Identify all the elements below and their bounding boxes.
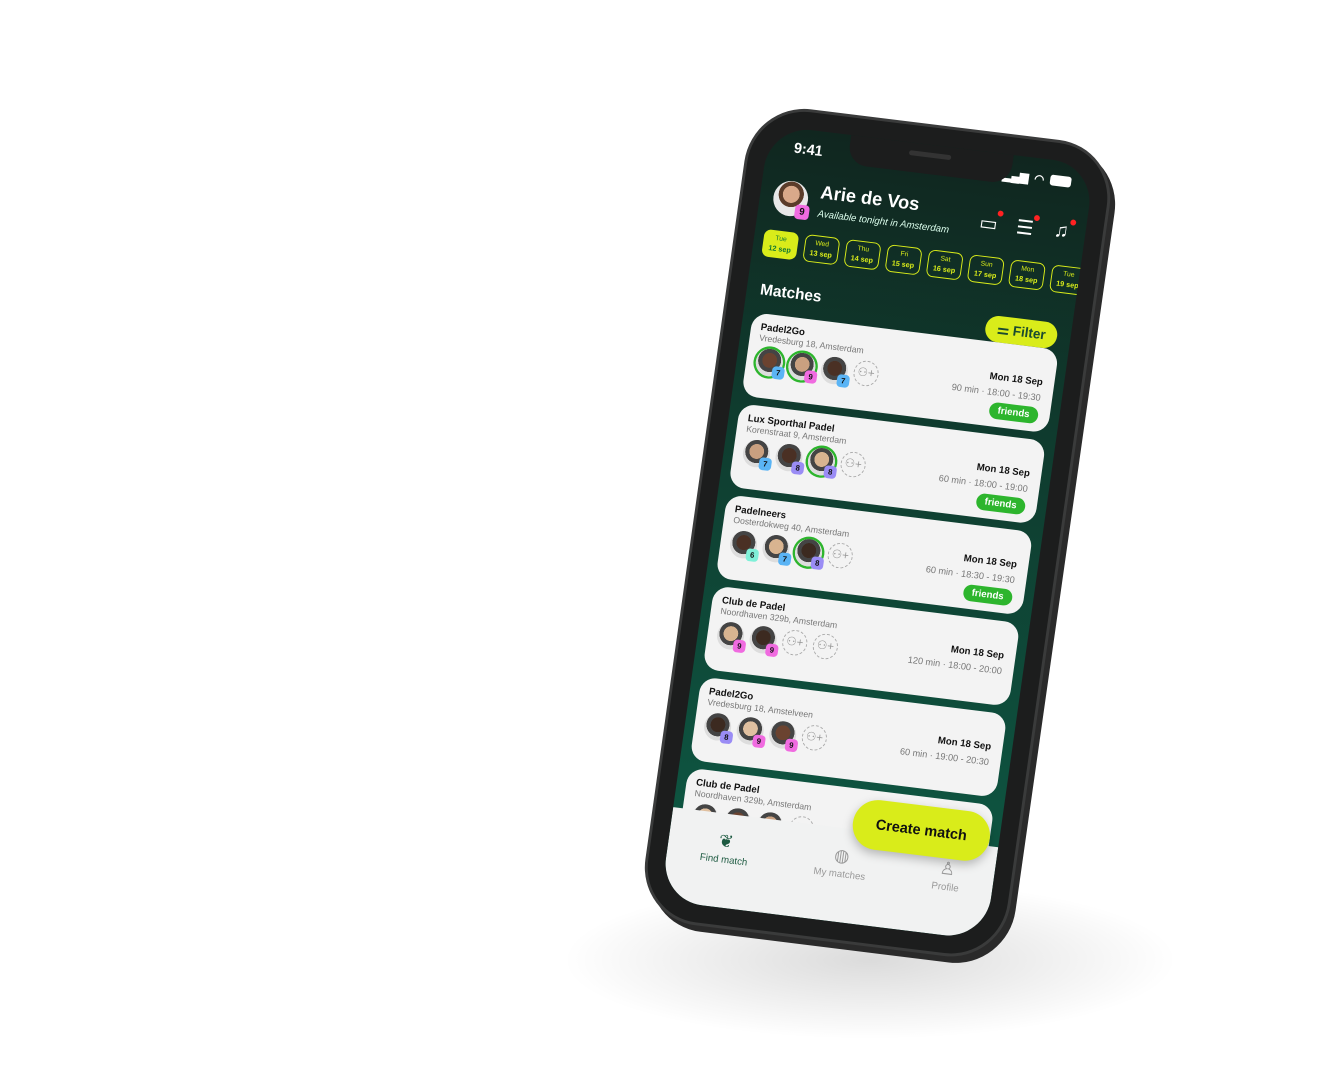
phone-mockup: 9:41 ▂▄▆ ◠ 9 Arie de Vos Available tonight… bbox=[640, 105, 1115, 960]
level-badge: 9 bbox=[793, 204, 811, 221]
calendar-icon[interactable]: ▭ bbox=[976, 210, 1000, 237]
player-avatar[interactable]: 9 bbox=[734, 715, 767, 749]
player-avatar[interactable]: 6 bbox=[728, 529, 760, 563]
level-badge: 9 bbox=[764, 643, 779, 658]
player-avatar[interactable]: 8 bbox=[793, 537, 825, 571]
date-chip[interactable]: Wed 13 sep bbox=[802, 233, 841, 266]
app-screen: 9:41 ▂▄▆ ◠ 9 Arie de Vos Available tonight… bbox=[660, 125, 1096, 941]
player-avatar[interactable]: 9 bbox=[786, 351, 818, 385]
level-badge: 8 bbox=[823, 465, 838, 480]
bell-icon[interactable]: ♫ bbox=[1049, 219, 1073, 246]
level-badge: 9 bbox=[784, 738, 799, 753]
level-badge: 8 bbox=[719, 730, 734, 745]
date-chip[interactable]: Sun 17 sep bbox=[966, 254, 1005, 286]
date-chip[interactable]: Mon 18 sep bbox=[1007, 259, 1047, 291]
wifi-icon: ◠ bbox=[1033, 171, 1046, 186]
add-player-icon[interactable]: ⚇+ bbox=[811, 632, 840, 661]
level-badge: 8 bbox=[810, 556, 825, 571]
tab-my-matches[interactable]: ◍ My matches bbox=[807, 843, 869, 925]
player-avatar[interactable]: 7 bbox=[754, 347, 786, 381]
level-badge: 7 bbox=[758, 457, 773, 472]
level-badge: 7 bbox=[835, 373, 851, 389]
add-player-icon[interactable]: ⚇+ bbox=[825, 541, 855, 570]
profile-icon: ♙ bbox=[938, 858, 957, 880]
date-chip[interactable]: Thu 14 sep bbox=[843, 239, 882, 271]
level-badge: 9 bbox=[751, 734, 767, 749]
date-chip[interactable]: Sat 16 sep bbox=[925, 249, 964, 281]
matches-title: Matches bbox=[759, 281, 823, 306]
player-avatar[interactable]: 9 bbox=[747, 624, 779, 658]
avatar[interactable]: 9 bbox=[771, 178, 811, 221]
battery-icon bbox=[1049, 174, 1072, 188]
player-avatar[interactable]: 9 bbox=[715, 620, 747, 654]
tab-find-match[interactable]: ❦ Find match bbox=[693, 829, 751, 910]
player-avatar[interactable]: 8 bbox=[773, 442, 805, 476]
player-avatar[interactable]: 9 bbox=[767, 719, 799, 753]
player-avatar[interactable]: 8 bbox=[702, 711, 734, 745]
add-player-icon[interactable]: ⚇+ bbox=[780, 628, 809, 657]
level-badge: 9 bbox=[732, 639, 747, 654]
level-badge: 7 bbox=[770, 365, 786, 381]
player-avatar[interactable]: 7 bbox=[741, 438, 773, 472]
level-badge: 6 bbox=[745, 548, 760, 563]
player-avatar[interactable]: 7 bbox=[819, 355, 851, 389]
player-avatar[interactable]: 7 bbox=[760, 533, 792, 567]
add-player-icon[interactable]: ⚇+ bbox=[838, 450, 868, 479]
add-player-icon[interactable]: ⚇+ bbox=[851, 359, 881, 388]
tennis-ball-icon: ◍ bbox=[833, 844, 851, 867]
level-badge: 7 bbox=[777, 552, 792, 567]
date-chip[interactable]: Fri 15 sep bbox=[884, 244, 923, 276]
tab-profile[interactable]: ♙ Profile bbox=[925, 857, 963, 936]
date-chip[interactable]: Tue 12 sep bbox=[761, 228, 800, 261]
player-avatar[interactable]: 8 bbox=[806, 446, 838, 480]
level-badge: 8 bbox=[790, 461, 805, 476]
chat-icon[interactable]: ☰ bbox=[1013, 214, 1037, 241]
find-match-icon: ❦ bbox=[717, 830, 735, 852]
level-badge: 9 bbox=[803, 369, 818, 385]
add-player-icon[interactable]: ⚇+ bbox=[800, 723, 829, 752]
status-time: 9:41 bbox=[792, 139, 824, 160]
